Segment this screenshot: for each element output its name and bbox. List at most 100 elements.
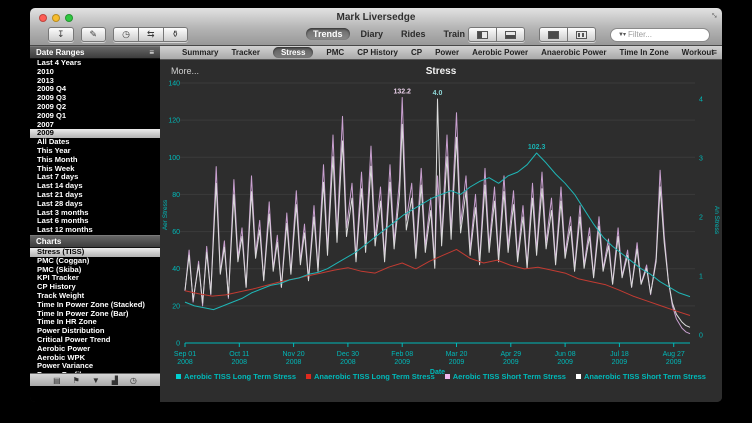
svg-text:Mar 20: Mar 20 [446, 351, 468, 358]
compose-icon: ✎ [90, 29, 98, 40]
main-tab-train[interactable]: Train [437, 28, 473, 40]
date-range-last-28-days[interactable]: Last 28 days [30, 200, 160, 209]
svg-text:2009: 2009 [666, 359, 682, 366]
chart-tab-stress[interactable]: Stress [273, 47, 313, 58]
legend-label: Anaerobic TISS Long Term Stress [314, 372, 435, 381]
charts-header: Charts [30, 235, 160, 248]
date-range-all-dates[interactable]: All Dates [30, 138, 160, 147]
date-range-2013[interactable]: 2013 [30, 77, 160, 86]
filter-icon[interactable]: ▼ [92, 376, 100, 385]
date-range-2009-q3[interactable]: 2009 Q3 [30, 94, 160, 103]
stats-icon[interactable]: ▟ [112, 376, 118, 385]
svg-text:100: 100 [168, 155, 180, 162]
chart-tab-time-in-zone[interactable]: Time In Zone [619, 48, 668, 57]
date-range-last-12-months[interactable]: Last 12 months [30, 226, 160, 235]
svg-text:4.0: 4.0 [433, 90, 443, 97]
chart-tab-cp-history[interactable]: CP History [357, 48, 398, 57]
chart-item-aerobic-wpk[interactable]: Aerobic WPK [30, 354, 160, 363]
chart-tabs-menu-icon[interactable]: ≡ [712, 47, 717, 57]
split-arrows-icon: ⇆ [147, 29, 155, 40]
chart-item-aerobic-power[interactable]: Aerobic Power [30, 345, 160, 354]
svg-text:120: 120 [168, 118, 180, 125]
date-range-2009-q4[interactable]: 2009 Q4 [30, 85, 160, 94]
chart-item-time-in-power-zone-bar-[interactable]: Time In Power Zone (Bar) [30, 310, 160, 319]
view-switcher: Trends DiaryRides Train [306, 28, 472, 40]
date-range-last-4-years[interactable]: Last 4 Years [30, 59, 160, 68]
chart-item-power-distribution[interactable]: Power Distribution [30, 327, 160, 336]
chart-tab-workout[interactable]: Workout [682, 48, 714, 57]
legend-item: Aerobic TISS Short Term Stress [445, 372, 566, 381]
chart-item-kpi-tracker[interactable]: KPI Tracker [30, 274, 160, 283]
bookmark-icon[interactable]: ⚑ [73, 376, 80, 385]
legend-item: Anaerobic TISS Long Term Stress [306, 372, 435, 381]
stress-chart[interactable]: 02040608010012014001234Sep 012008Oct 112… [160, 60, 722, 402]
date-range-this-month[interactable]: This Month [30, 156, 160, 165]
chart-tab-bar: Summary Tracker Stress PMC CP History CP Power… [160, 46, 722, 60]
panel-icon[interactable]: ▤ [53, 376, 61, 385]
app-window: Mark Liversedge ↕ ↧ ✎ ◷ ⇆ ⚱ TrendsDiaryR… [30, 8, 722, 402]
date-range-this-year[interactable]: This Year [30, 147, 160, 156]
trash-button[interactable]: ⚱ [164, 27, 189, 42]
chart-tab-anaerobic-power[interactable]: Anaerobic Power [541, 48, 606, 57]
window-header: Mark Liversedge ↕ ↧ ✎ ◷ ⇆ ⚱ TrendsDiaryR… [30, 8, 722, 46]
date-ranges-list: Last 4 Years201020132009 Q42009 Q32009 Q… [30, 59, 160, 235]
list-view-button[interactable] [568, 27, 596, 42]
filter-placeholder: Filter... [628, 30, 652, 39]
chart-item-stress-tiss-[interactable]: Stress (TISS) [30, 248, 160, 257]
svg-text:140: 140 [168, 81, 180, 88]
date-range-2007[interactable]: 2007 [30, 121, 160, 130]
date-range-last-6-months[interactable]: Last 6 months [30, 217, 160, 226]
main-tab-diary[interactable]: Diary [354, 28, 391, 40]
legend-label: Aerobic TISS Short Term Stress [453, 372, 566, 381]
date-range-2009-q1[interactable]: 2009 Q1 [30, 112, 160, 121]
chart-item-track-weight[interactable]: Track Weight [30, 292, 160, 301]
svg-text:Oct 11: Oct 11 [229, 351, 249, 358]
svg-text:2008: 2008 [232, 359, 248, 366]
svg-text:An Stress: An Stress [713, 206, 720, 235]
chart-item-power-variance[interactable]: Power Variance [30, 362, 160, 371]
date-range-last-14-days[interactable]: Last 14 days [30, 182, 160, 191]
clock-icon[interactable]: ◷ [130, 376, 137, 385]
chart-tab-pmc[interactable]: PMC [326, 48, 344, 57]
chart-item-time-in-power-zone-stacked-[interactable]: Time In Power Zone (Stacked) [30, 301, 160, 310]
date-range-2009-q2[interactable]: 2009 Q2 [30, 103, 160, 112]
svg-text:Jul 18: Jul 18 [610, 351, 629, 358]
tiled-view-button[interactable] [539, 27, 568, 42]
charts-title: Charts [36, 237, 61, 246]
filter-input[interactable]: ▼▾ Filter... [610, 28, 710, 42]
main-tab-trends[interactable]: Trends [306, 28, 350, 40]
svg-text:2008: 2008 [340, 359, 356, 366]
main-tab-rides[interactable]: Rides [394, 28, 433, 40]
chart-item-cp-history[interactable]: CP History [30, 283, 160, 292]
toggle-sidebar-button[interactable] [468, 27, 497, 42]
chart-tab-power[interactable]: Power [435, 48, 459, 57]
date-range-2010[interactable]: 2010 [30, 68, 160, 77]
trash-icon: ⚱ [172, 29, 180, 40]
menu-icon[interactable]: ≡ [149, 48, 154, 57]
bottom-panel-icon [505, 31, 516, 39]
date-range-last-7-days[interactable]: Last 7 days [30, 173, 160, 182]
chart-tab-cp[interactable]: CP [411, 48, 422, 57]
chart-item-critical-power-trend[interactable]: Critical Power Trend [30, 336, 160, 345]
chart-tab-tracker[interactable]: Tracker [231, 48, 259, 57]
toggle-bottombar-button[interactable] [497, 27, 525, 42]
legend-item: Anaerobic TISS Short Term Stress [576, 372, 706, 381]
toolbar: ↧ ✎ ◷ ⇆ ⚱ Trends DiaryRides Train [30, 25, 722, 45]
compose-button[interactable]: ✎ [81, 27, 107, 42]
chart-item-pmc-skiba-[interactable]: PMC (Skiba) [30, 266, 160, 275]
stopwatch-button[interactable]: ◷ [113, 27, 139, 42]
split-view-button[interactable]: ⇆ [139, 27, 164, 42]
charts-list: Stress (TISS)PMC (Coggan)PMC (Skiba)KPI … [30, 248, 160, 380]
date-ranges-title: Date Ranges [36, 48, 84, 57]
date-range-last-3-months[interactable]: Last 3 months [30, 209, 160, 218]
legend-swatch-icon [445, 374, 450, 379]
date-range-last-21-days[interactable]: Last 21 days [30, 191, 160, 200]
chart-tab-summary[interactable]: Summary [182, 48, 218, 57]
svg-text:Aer Stress: Aer Stress [162, 199, 169, 230]
date-range-this-week[interactable]: This Week [30, 165, 160, 174]
chart-item-pmc-coggan-[interactable]: PMC (Coggan) [30, 257, 160, 266]
date-range-2009[interactable]: 2009 [30, 129, 160, 138]
chart-item-time-in-hr-zone[interactable]: Time In HR Zone [30, 318, 160, 327]
import-button[interactable]: ↧ [48, 27, 74, 42]
chart-tab-aerobic-power[interactable]: Aerobic Power [472, 48, 528, 57]
